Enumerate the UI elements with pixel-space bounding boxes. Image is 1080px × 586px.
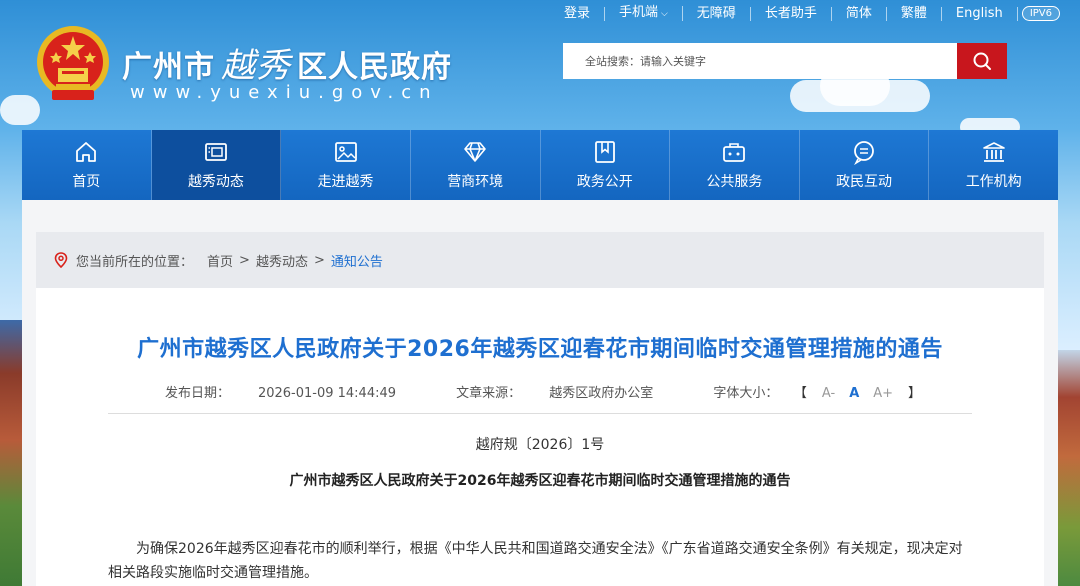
nav-item-government-affairs[interactable]: 政务公开 <box>541 130 671 200</box>
bookmark-icon <box>594 141 615 163</box>
search-bar <box>563 43 1007 79</box>
main-nav: 首页 越秀动态 走进越秀 营商环境 政务公开 公共服务 政民互动 工作机构 <box>22 130 1058 204</box>
national-emblem-icon <box>37 26 109 100</box>
location-pin-icon <box>54 252 68 268</box>
nav-item-work-institutions[interactable]: 工作机构 <box>929 130 1058 200</box>
mobile-link[interactable]: 手机端 ⌵ <box>605 6 683 21</box>
site-url: www.yuexiu.gov.cn <box>130 82 439 103</box>
divider <box>108 413 972 414</box>
simplified-chinese-link[interactable]: 简体 <box>832 6 887 21</box>
elderly-assistant-link[interactable]: 长者助手 <box>751 6 832 21</box>
document-number: 越府规〔2026〕1号 <box>475 437 605 453</box>
accessibility-link[interactable]: 无障碍 <box>683 6 751 21</box>
login-link[interactable]: 登录 <box>550 6 605 21</box>
nav-item-home[interactable]: 首页 <box>22 130 152 200</box>
font-normal-button[interactable]: A <box>849 386 859 401</box>
chat-icon <box>854 141 874 165</box>
breadcrumb-home[interactable]: 首页 <box>207 251 233 270</box>
city-name: 广州市 <box>122 50 215 85</box>
briefcase-icon <box>723 143 746 162</box>
publish-date: 2026-01-09 14:44:49 <box>257 386 397 401</box>
top-links-bar: 登录 手机端 ⌵ 无障碍 长者助手 简体 繁體 English IPV6 <box>550 6 1060 21</box>
font-size-control: 字体大小： 【 A- A A+ 】 <box>699 386 929 401</box>
search-input[interactable] <box>563 43 957 79</box>
nav-item-business-environment[interactable]: 营商环境 <box>411 130 541 200</box>
font-decrease-button[interactable]: A- <box>822 386 835 401</box>
article-source: 越秀区政府办公室 <box>549 386 654 401</box>
breadcrumb: 您当前所在的位置： 首页 > 越秀动态 > 通知公告 <box>36 232 1044 288</box>
search-icon <box>973 52 991 70</box>
traditional-chinese-link[interactable]: 繁體 <box>887 6 942 21</box>
chevron-down-icon: ⌵ <box>660 9 668 19</box>
english-link[interactable]: English <box>942 6 1018 21</box>
breadcrumb-separator: > <box>239 252 250 268</box>
home-icon <box>76 142 97 162</box>
institution-icon <box>982 142 1005 162</box>
article-subtitle: 广州市越秀区人民政府关于2026年越秀区迎春花市期间临时交通管理措施的通告 <box>289 473 791 489</box>
article-meta: 发布日期： 2026-01-09 14:44:49 文章来源： 越秀区政府办公室 字… <box>36 382 1044 401</box>
breadcrumb-separator: > <box>313 252 325 268</box>
nav-item-label: 首页 <box>72 174 101 190</box>
nav-item-citizen-interaction[interactable]: 政民互动 <box>800 130 930 200</box>
breadcrumb-yuexiu-news[interactable]: 越秀动态 <box>256 251 308 270</box>
ipv6-badge: IPV6 <box>1021 6 1060 21</box>
article-paragraph: 为确保2026年越秀区迎春花市的顺利举行，根据《中华人民共和国道路交通安全法》《… <box>108 541 963 581</box>
font-size-label: 字体大小： <box>713 386 779 401</box>
nav-item-label: 工作机构 <box>965 174 1022 190</box>
right-building-decoration <box>1056 350 1080 586</box>
nav-item-about-yuexiu[interactable]: 走进越秀 <box>281 130 411 200</box>
nav-item-label: 公共服务 <box>706 174 763 190</box>
left-building-decoration <box>0 320 24 586</box>
font-increase-button[interactable]: A+ <box>873 386 893 401</box>
district-name: 区人民政府 <box>297 50 452 85</box>
bracket-open: 【 <box>800 386 807 401</box>
nav-item-public-services[interactable]: 公共服务 <box>670 130 800 200</box>
calligraphy-logo: 越秀 <box>221 46 291 86</box>
source-label: 文章来源： <box>456 386 522 401</box>
nav-item-label: 走进越秀 <box>317 174 374 190</box>
publish-date-label: 发布日期： <box>164 386 230 401</box>
breadcrumb-notices[interactable]: 通知公告 <box>331 251 383 270</box>
diamond-icon <box>464 142 486 162</box>
picture-icon <box>334 142 357 162</box>
nav-item-yuexiu-news[interactable]: 越秀动态 <box>151 130 282 204</box>
bracket-close: 】 <box>908 386 922 401</box>
news-icon <box>205 143 227 161</box>
mobile-link-label: 手机端 <box>618 5 658 20</box>
breadcrumb-prefix: 您当前所在的位置： <box>76 254 194 270</box>
article-title: 广州市越秀区人民政府关于2026年越秀区迎春花市期间临时交通管理措施的通告 <box>137 337 943 362</box>
nav-item-label: 政务公开 <box>576 174 633 190</box>
nav-item-label: 越秀动态 <box>187 174 244 190</box>
search-button[interactable] <box>957 43 1007 79</box>
site-title[interactable]: 广州市 越秀 区人民政府 <box>122 38 452 87</box>
nav-item-label: 营商环境 <box>447 174 504 190</box>
nav-item-label: 政民互动 <box>836 174 893 190</box>
